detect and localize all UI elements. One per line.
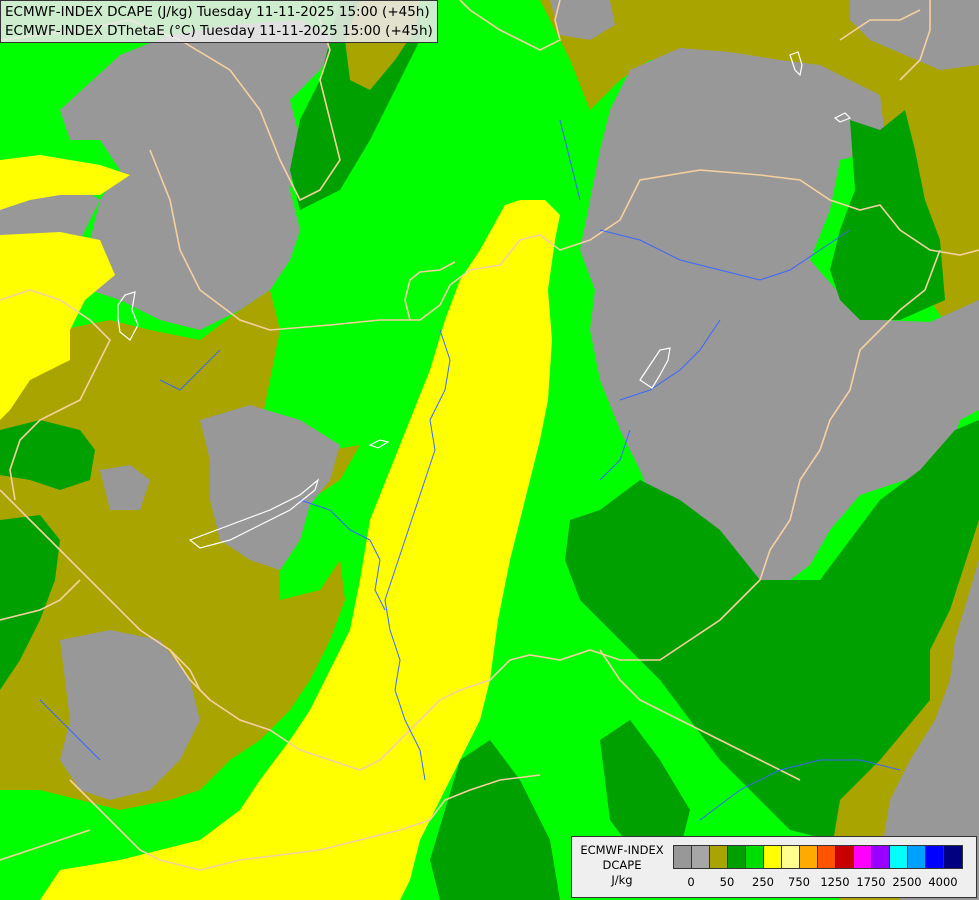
legend-swatch: #000080	[944, 846, 962, 868]
map-title-box: ECMWF-INDEX DCAPE (J/kg) Tuesday 11-11-2…	[0, 0, 438, 43]
legend-tick-label: 2500	[892, 875, 922, 889]
legend-swatch: #ffff00	[764, 846, 782, 868]
legend-swatch: #ff5500	[818, 846, 836, 868]
legend-tick-label: 250	[752, 875, 774, 889]
legend-tick-label: 0	[687, 875, 695, 889]
legend-tick-label: 750	[788, 875, 810, 889]
legend-ticks: 0 50 250 750 1250 1750 2500 4000	[673, 875, 973, 889]
legend-field: DCAPE	[602, 858, 642, 872]
legend-swatch: #a9a400	[710, 846, 728, 868]
legend-swatch: #ffff90	[782, 846, 800, 868]
legend-swatch: #0000ff	[926, 846, 944, 868]
legend-swatches: #989898#a6a6a6#a9a400#00a000#00dd00#ffff…	[673, 845, 963, 869]
legend-tick-label: 1750	[856, 875, 886, 889]
legend-tick-label: 50	[719, 875, 735, 889]
legend-model: ECMWF-INDEX	[580, 843, 664, 857]
legend-swatch: #c80000	[836, 846, 854, 868]
legend-swatch: #00ffff	[890, 846, 908, 868]
legend-label: ECMWF-INDEX DCAPE J/kg	[574, 843, 670, 888]
legend-swatch: #00a000	[728, 846, 746, 868]
legend-unit: J/kg	[611, 873, 633, 887]
legend-swatch: #989898	[674, 846, 692, 868]
legend-swatch: #a6a6a6	[692, 846, 710, 868]
legend-tick-label: 4000	[928, 875, 958, 889]
legend-swatch: #00a0ff	[908, 846, 926, 868]
map-title-line-1: ECMWF-INDEX DCAPE (J/kg) Tuesday 11-11-2…	[5, 4, 430, 20]
color-legend: ECMWF-INDEX DCAPE J/kg #989898#a6a6a6#a9…	[571, 836, 977, 898]
dcape-map	[0, 0, 979, 900]
legend-swatch: #9900ff	[872, 846, 890, 868]
legend-swatch: #00dd00	[746, 846, 764, 868]
map-title-line-2: ECMWF-INDEX DThetaE (°C) Tuesday 11-11-2…	[5, 23, 433, 39]
legend-tick-label: 1250	[820, 875, 850, 889]
legend-swatch: #ff00ff	[854, 846, 872, 868]
legend-swatch: #ffaa00	[800, 846, 818, 868]
